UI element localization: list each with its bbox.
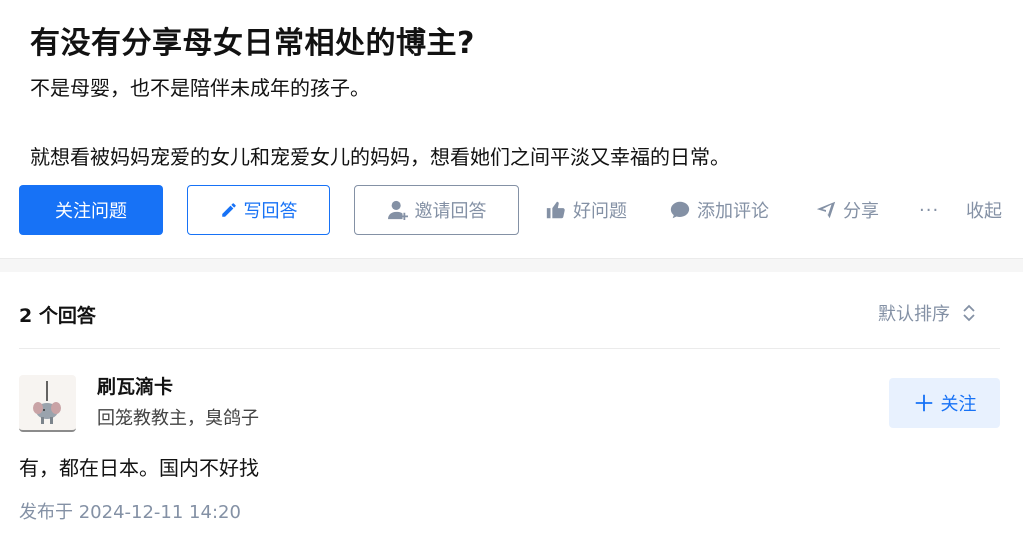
section-divider (0, 258, 1023, 272)
good-question-label: 好问题 (573, 201, 627, 222)
add-comment-button[interactable]: 添加评论 (669, 185, 769, 235)
avatar[interactable] (19, 375, 76, 432)
sort-dropdown[interactable]: 默认排序 (878, 300, 976, 326)
add-comment-label: 添加评论 (697, 201, 769, 222)
question-description-line1: 不是母婴，也不是陪伴未成年的孩子。 (30, 76, 370, 100)
answer-count: 2 个回答 (19, 305, 96, 327)
answers-header: 2 个回答 默认排序 (0, 272, 1023, 349)
sort-label: 默认排序 (878, 304, 950, 325)
question-description-line2: 就想看被妈妈宠爱的女儿和宠爱女儿的妈妈，想看她们之间平淡又幸福的日常。 (30, 145, 730, 169)
write-answer-label: 写回答 (243, 201, 298, 222)
good-question-button[interactable]: 好问题 (545, 185, 627, 235)
follow-question-label: 关注问题 (55, 201, 127, 222)
author-bio: 回笼教教主，臭鸽子 (97, 408, 259, 429)
add-user-icon (387, 200, 408, 220)
answer-content: 有，都在日本。国内不好找 (19, 456, 259, 480)
question-card: 有没有分享母女日常相处的博主? 不是母婴，也不是陪伴未成年的孩子。 就想看被妈妈… (0, 0, 1023, 258)
question-title: 有没有分享母女日常相处的博主? (30, 26, 475, 61)
follow-user-button[interactable]: 关注 (889, 378, 1000, 428)
collapse-label: 收起 (966, 201, 1002, 222)
invite-answer-label: 邀请回答 (414, 201, 487, 222)
answer-published-time[interactable]: 发布于 2024-12-11 14:20 (19, 498, 241, 524)
follow-user-label: 关注 (940, 394, 977, 415)
header-divider (19, 348, 1000, 349)
follow-question-button[interactable]: 关注问题 (19, 185, 163, 235)
collapse-button[interactable]: 收起 (966, 185, 1002, 235)
write-answer-button[interactable]: 写回答 (187, 185, 330, 235)
author-name[interactable]: 刷瓦滴卡 (97, 372, 173, 399)
sort-chevrons-icon (963, 304, 975, 322)
more-button[interactable]: ··· (919, 185, 939, 235)
share-button[interactable]: 分享 (815, 185, 879, 235)
invite-answer-button[interactable]: 邀请回答 (354, 185, 519, 235)
more-label: ··· (919, 199, 940, 221)
comment-bubble-icon (670, 201, 690, 219)
question-actions: 关注问题 写回答 邀请回答 好问题 添加评论 分享 ··· 收起 (0, 185, 1023, 235)
elephant-avatar-icon (33, 381, 61, 424)
plus-icon (915, 394, 932, 412)
share-label: 分享 (843, 201, 879, 222)
pencil-icon (221, 203, 236, 217)
thumbs-up-icon (546, 201, 565, 219)
paper-plane-icon (816, 201, 836, 219)
